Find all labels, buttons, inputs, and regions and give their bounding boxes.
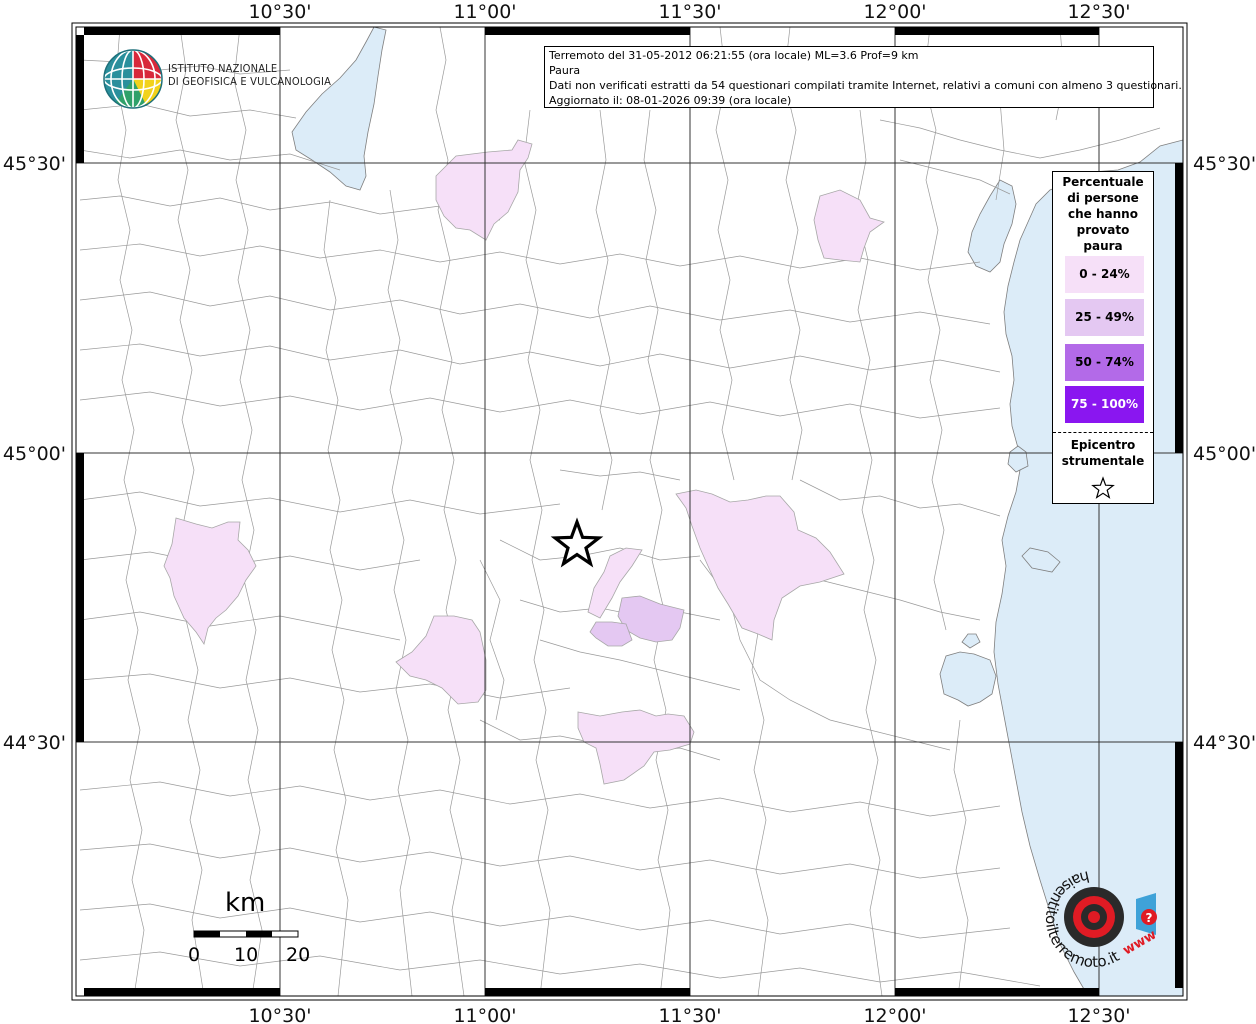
lat-label-right: 45°00' — [1193, 443, 1256, 465]
lon-label-bottom: 11°30' — [658, 1005, 721, 1024]
lon-label-bottom: 11°00' — [453, 1005, 516, 1024]
legend-title-line: Percentuale — [1062, 175, 1144, 189]
legend-box: Percentuale di persone che hanno provato… — [1052, 171, 1154, 504]
legend-epicenter-line: strumentale — [1061, 454, 1145, 468]
lat-label-right: 45°30' — [1193, 153, 1256, 175]
hst-logo[interactable]: ? haisentitoilterremoto.it www — [1040, 865, 1160, 980]
lon-label-bottom: 10°30' — [248, 1005, 311, 1024]
map-type: Paura — [549, 64, 581, 77]
event-summary: Terremoto del 31-05-2012 06:21:55 (ora l… — [549, 49, 919, 62]
data-note: Dati non verificati estratti da 54 quest… — [549, 79, 1182, 92]
institute-line: DI GEOFISICA E VULCANOLOGIA — [168, 75, 332, 88]
legend-title: Percentuale di persone che hanno provato… — [1053, 174, 1153, 254]
ingv-globe-icon — [103, 49, 163, 109]
lon-label-bottom: 12°00' — [863, 1005, 926, 1024]
institute-name: ISTITUTO NAZIONALE DI GEOFISICA E VULCAN… — [168, 62, 331, 88]
legend-title-line: provato — [1076, 223, 1130, 237]
lat-label-right: 44°30' — [1193, 732, 1256, 754]
lon-label-bottom: 12°30' — [1067, 1005, 1130, 1024]
lat-label-left: 44°30' — [3, 732, 66, 754]
legend-class: 75 - 100% — [1065, 386, 1144, 423]
lat-label-left: 45°30' — [3, 153, 66, 175]
lon-label-top: 10°30' — [248, 1, 311, 23]
legend-epicenter-label: Epicentro strumentale — [1053, 437, 1153, 469]
lat-label-left: 45°00' — [3, 443, 66, 465]
legend-title-line: paura — [1083, 239, 1123, 253]
scale-unit: km — [225, 888, 266, 918]
scale-bar — [193, 930, 299, 938]
legend-divider — [1053, 432, 1153, 433]
legend-title-line: che hanno — [1068, 207, 1138, 221]
event-info-box: Terremoto del 31-05-2012 06:21:55 (ora l… — [544, 46, 1182, 108]
lon-label-top: 12°30' — [1067, 1, 1130, 23]
legend-title-line: di persone — [1067, 191, 1139, 205]
legend-class: 25 - 49% — [1065, 299, 1144, 336]
scale-label: 0 — [188, 944, 201, 966]
star-icon — [1091, 476, 1115, 499]
lon-label-top: 11°30' — [658, 1, 721, 23]
legend-epicenter-line: Epicentro — [1070, 438, 1136, 452]
legend-class: 0 - 24% — [1065, 256, 1144, 293]
scale-label: 10 — [234, 944, 259, 966]
institute-line: ISTITUTO NAZIONALE — [168, 62, 278, 75]
lon-label-top: 11°00' — [453, 1, 516, 23]
svg-text:?: ? — [1146, 911, 1153, 925]
lon-label-top: 12°00' — [863, 1, 926, 23]
brand-letters: www — [1121, 927, 1160, 958]
legend-class: 50 - 74% — [1065, 344, 1144, 381]
updated-at: Aggiornato il: 08-01-2026 09:39 (ora loc… — [549, 94, 792, 107]
scale-label: 20 — [286, 944, 311, 966]
